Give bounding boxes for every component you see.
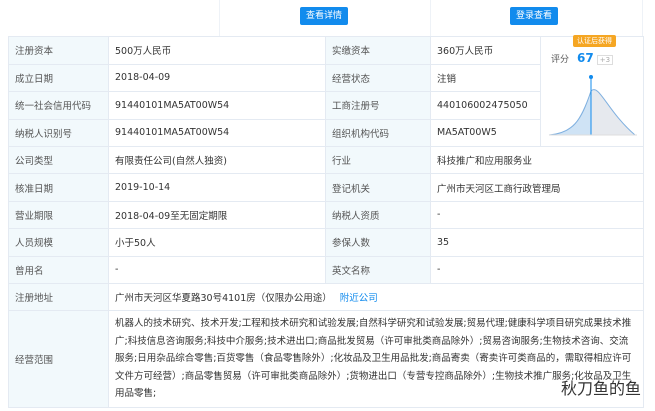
- field-value: 小于50人: [108, 228, 326, 257]
- login-view-button[interactable]: 登录查看: [510, 7, 559, 25]
- table-row: 人员规模 小于50人 参保人数 35: [8, 228, 644, 257]
- field-value: 科技推广和应用服务业: [430, 145, 644, 175]
- address-value: 广州市天河区华夏路30号4101房（仅限办公用途） 附近公司: [108, 282, 644, 312]
- score-chart[interactable]: 认证后获得 评分 67 +3: [540, 35, 644, 147]
- field-value: 注销: [430, 63, 541, 92]
- field-label: 公司类型: [8, 145, 109, 175]
- field-value: 360万人民币: [430, 36, 541, 65]
- field-label: 参保人数: [325, 228, 431, 257]
- table-row: 曾用名 - 英文名称 -: [8, 255, 644, 284]
- scope-row: 经营范围 机器人的技术研究、技术开发;工程和技术研究和试验发展;自然科学研究和试验…: [8, 310, 644, 408]
- field-label: 登记机关: [325, 173, 431, 202]
- field-value: 440106002475050: [430, 91, 541, 120]
- table-row: 注册资本 500万人民币 实缴资本 360万人民币 认证后获得 评分 67 +3: [8, 35, 644, 147]
- view-details-button[interactable]: 查看详情: [300, 7, 349, 25]
- field-value: 500万人民币: [108, 36, 326, 65]
- field-value: -: [108, 255, 326, 284]
- score-badge: 认证后获得: [573, 35, 616, 47]
- field-value: MA5AT00W5: [430, 118, 541, 147]
- field-label: 经营范围: [8, 310, 109, 408]
- table-row: 营业期限 2018-04-09至无固定期限 纳税人资质 -: [8, 200, 644, 230]
- field-label: 组织机构代码: [325, 118, 431, 147]
- field-label: 成立日期: [8, 63, 109, 92]
- field-label: 经营状态: [325, 63, 431, 92]
- field-label: 英文名称: [325, 255, 431, 284]
- field-value: 35: [430, 228, 644, 257]
- field-value: -: [430, 255, 644, 284]
- field-label: 注册地址: [8, 282, 109, 312]
- score-value: 67: [577, 51, 594, 65]
- field-value: 2018-04-09: [108, 63, 326, 92]
- table-row: 核准日期 2019-10-14 登记机关 广州市天河区工商行政管理局: [8, 173, 644, 202]
- field-label: 工商注册号: [325, 91, 431, 120]
- watermark: 秋刀鱼的鱼: [560, 379, 641, 398]
- field-label: 人员规模: [8, 228, 109, 257]
- field-label: 注册资本: [8, 36, 109, 65]
- address-row: 注册地址 广州市天河区华夏路30号4101房（仅限办公用途） 附近公司: [8, 282, 644, 312]
- field-value: -: [430, 200, 644, 230]
- action-row: 查看详情 登录查看: [8, 0, 643, 36]
- field-label: 行业: [325, 145, 431, 175]
- address-text: 广州市天河区华夏路30号4101房（仅限办公用途）: [115, 293, 332, 305]
- field-value: 2019-10-14: [108, 173, 326, 202]
- field-value: 91440101MA5AT00W54: [108, 91, 326, 120]
- field-label: 曾用名: [8, 255, 109, 284]
- nearby-companies-link[interactable]: 附近公司: [340, 293, 378, 304]
- field-label: 统一社会信用代码: [8, 91, 109, 120]
- field-value: 91440101MA5AT00W54: [108, 118, 326, 147]
- field-label: 核准日期: [8, 173, 109, 202]
- field-label: 纳税人识别号: [8, 118, 109, 147]
- score-distribution-curve: [548, 75, 637, 136]
- company-info-table: 注册资本 500万人民币 实缴资本 360万人民币 认证后获得 评分 67 +3 成…: [8, 35, 644, 408]
- field-label: 实缴资本: [325, 36, 431, 65]
- field-value: 广州市天河区工商行政管理局: [430, 173, 644, 202]
- field-value: 2018-04-09至无固定期限: [108, 200, 326, 230]
- score-delta: +3: [596, 55, 614, 65]
- field-value: 有限责任公司(自然人独资): [108, 145, 326, 175]
- field-label: 营业期限: [8, 200, 109, 230]
- table-row: 公司类型 有限责任公司(自然人独资) 行业 科技推广和应用服务业: [8, 145, 644, 175]
- score-label: 评分: [551, 55, 570, 65]
- field-label: 纳税人资质: [325, 200, 431, 230]
